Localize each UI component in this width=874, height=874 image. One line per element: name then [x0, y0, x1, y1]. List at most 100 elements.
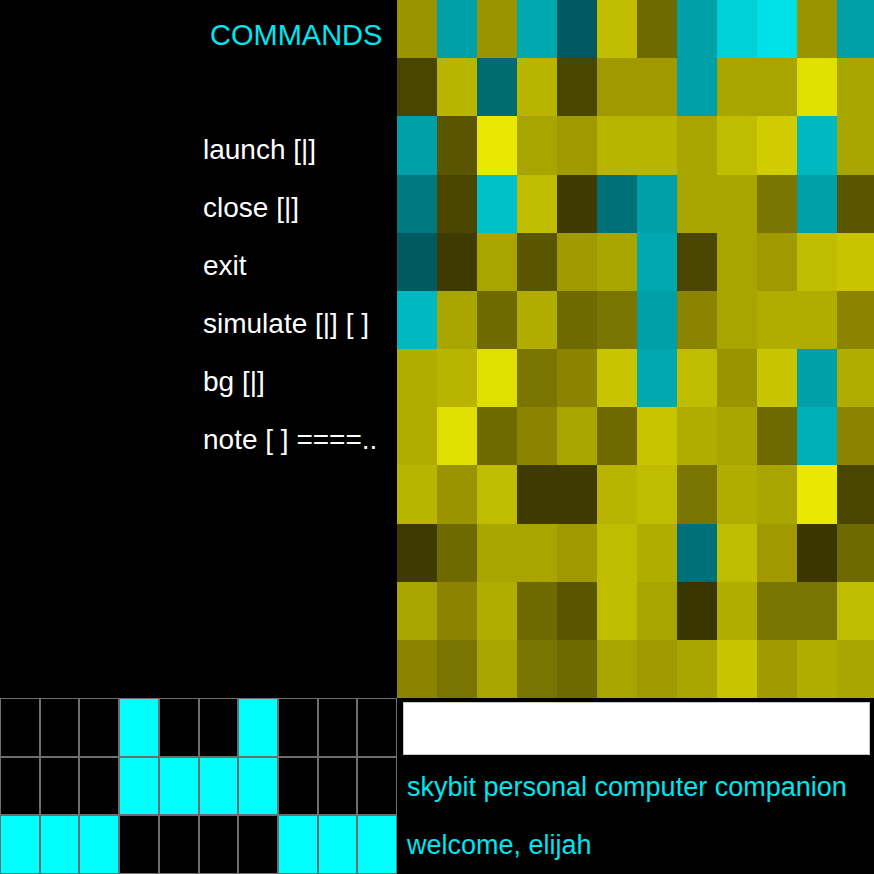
color-cell — [597, 465, 637, 523]
color-cell — [757, 465, 797, 523]
pattern-cell[interactable] — [199, 815, 239, 874]
pattern-cell[interactable] — [0, 698, 40, 757]
pattern-cell[interactable] — [0, 757, 40, 816]
color-cell — [717, 291, 757, 349]
commands-panel: COMMANDSlaunch [|]close [|]exitsimulate … — [0, 0, 397, 698]
pattern-cell[interactable] — [159, 757, 199, 816]
color-cell — [797, 524, 837, 582]
pattern-cell[interactable] — [119, 815, 159, 874]
pattern-cell[interactable] — [0, 815, 40, 874]
color-cell — [757, 0, 797, 58]
command-input[interactable] — [403, 702, 870, 755]
pattern-cell[interactable] — [199, 698, 239, 757]
color-cell — [477, 349, 517, 407]
color-cell — [677, 465, 717, 523]
pattern-cell[interactable] — [40, 757, 80, 816]
color-cell — [477, 116, 517, 174]
color-cell — [837, 116, 874, 174]
color-cell — [797, 465, 837, 523]
pattern-cell[interactable] — [318, 757, 358, 816]
pattern-cell[interactable] — [79, 757, 119, 816]
color-cell — [717, 116, 757, 174]
pattern-cell[interactable] — [357, 815, 397, 874]
color-cell — [557, 465, 597, 523]
pattern-cell[interactable] — [40, 815, 80, 874]
color-cell — [677, 640, 717, 698]
color-cell — [517, 233, 557, 291]
color-cell — [557, 58, 597, 116]
color-cell — [557, 407, 597, 465]
color-cell — [677, 233, 717, 291]
pattern-cell[interactable] — [238, 698, 278, 757]
color-cell — [597, 640, 637, 698]
color-cell — [757, 175, 797, 233]
color-cell — [837, 0, 874, 58]
color-cell — [837, 582, 874, 640]
color-cell — [437, 233, 477, 291]
color-cell — [397, 116, 437, 174]
color-cell — [677, 0, 717, 58]
pattern-cell[interactable] — [40, 698, 80, 757]
color-cell — [477, 465, 517, 523]
color-cell — [477, 291, 517, 349]
color-cell — [677, 582, 717, 640]
color-cell — [477, 175, 517, 233]
color-cell — [477, 582, 517, 640]
pattern-cell[interactable] — [199, 757, 239, 816]
color-grid — [397, 0, 874, 698]
pattern-cell[interactable] — [159, 698, 199, 757]
color-cell — [397, 524, 437, 582]
input-wrap — [397, 698, 874, 758]
color-cell — [437, 640, 477, 698]
pattern-cell[interactable] — [357, 698, 397, 757]
color-cell — [717, 582, 757, 640]
pattern-cell[interactable] — [119, 757, 159, 816]
pattern-cell[interactable] — [238, 757, 278, 816]
color-cell — [517, 582, 557, 640]
color-cell — [837, 58, 874, 116]
command-item: note [ ] ====.. — [203, 411, 397, 469]
color-cell — [517, 407, 557, 465]
pattern-cell[interactable] — [357, 757, 397, 816]
pattern-grid[interactable] — [0, 698, 397, 874]
color-cell — [757, 349, 797, 407]
color-cell — [837, 524, 874, 582]
color-cell — [757, 407, 797, 465]
color-cell — [397, 407, 437, 465]
color-cell — [477, 233, 517, 291]
color-cell — [757, 640, 797, 698]
color-cell — [557, 233, 597, 291]
pattern-cell[interactable] — [278, 698, 318, 757]
color-cell — [677, 58, 717, 116]
color-cell — [637, 349, 677, 407]
color-cell — [557, 175, 597, 233]
color-cell — [797, 407, 837, 465]
color-cell — [757, 291, 797, 349]
pattern-cell[interactable] — [79, 815, 119, 874]
pattern-cell[interactable] — [318, 815, 358, 874]
pattern-cell[interactable] — [278, 815, 318, 874]
color-cell — [557, 640, 597, 698]
command-item: bg [|] — [203, 353, 397, 411]
pattern-cell[interactable] — [159, 815, 199, 874]
color-cell — [677, 524, 717, 582]
color-cell — [517, 524, 557, 582]
command-item: simulate [|] [ ] — [203, 295, 397, 353]
commands-title: COMMANDS — [203, 16, 397, 54]
pattern-cell[interactable] — [79, 698, 119, 757]
color-cell — [637, 116, 677, 174]
color-cell — [637, 0, 677, 58]
color-cell — [837, 640, 874, 698]
pattern-cell[interactable] — [278, 757, 318, 816]
color-cell — [757, 116, 797, 174]
color-cell — [837, 233, 874, 291]
color-cell — [677, 116, 717, 174]
color-cell — [797, 58, 837, 116]
pattern-cell[interactable] — [119, 698, 159, 757]
color-cell — [597, 116, 637, 174]
color-cell — [517, 58, 557, 116]
color-cell — [437, 175, 477, 233]
pattern-cell[interactable] — [318, 698, 358, 757]
color-cell — [557, 524, 597, 582]
pattern-cell[interactable] — [238, 815, 278, 874]
